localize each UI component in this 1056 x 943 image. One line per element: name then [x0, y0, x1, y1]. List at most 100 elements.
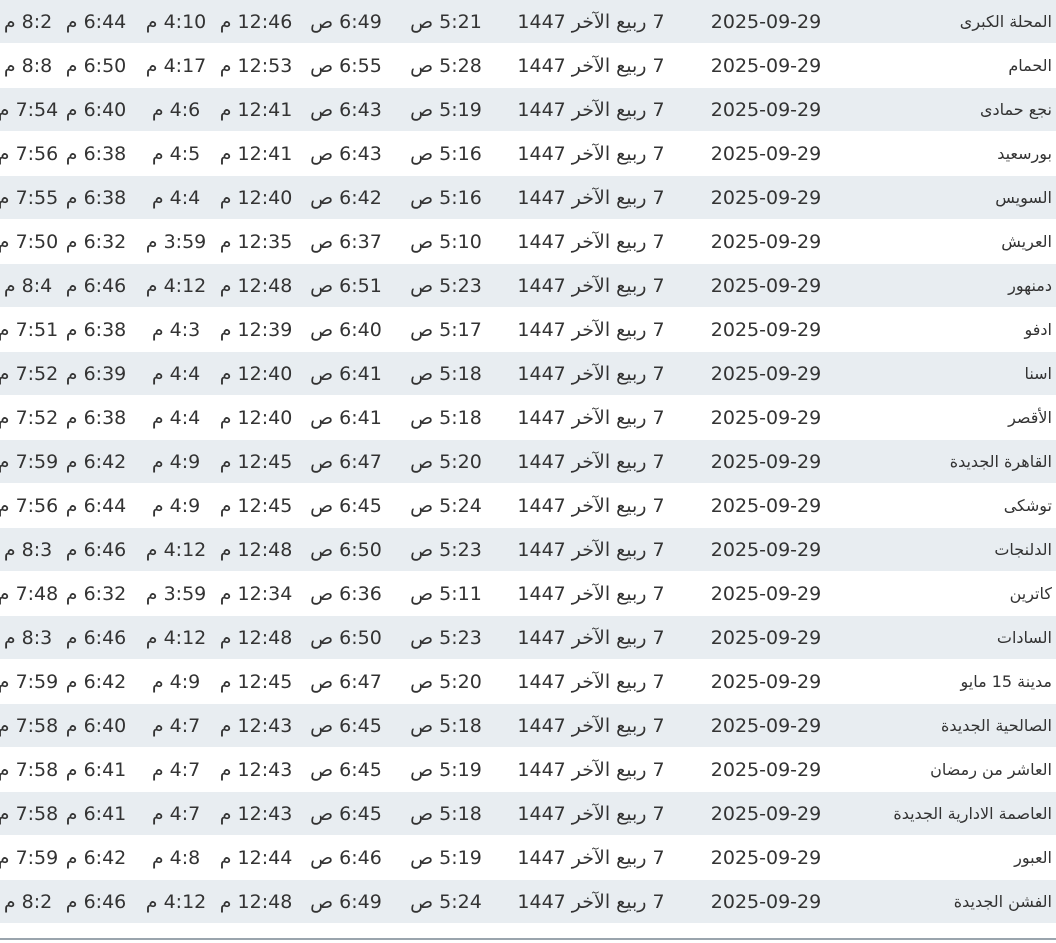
maghrib-time-cell: 6:50 م [65, 54, 127, 77]
hijri-date-cell: 7 ربيع الآخر 1447 [517, 318, 665, 341]
maghrib-time-cell: 6:41 م [65, 758, 127, 781]
isha-time-cell: 7:58 م [0, 758, 59, 781]
city-cell: العاشر من رمضان [930, 760, 1052, 779]
hijri-date-cell: 7 ربيع الآخر 1447 [517, 98, 665, 121]
isha-time-cell: 8:3 م [3, 626, 53, 649]
fajr-time-cell: 5:28 ص [410, 54, 482, 77]
hijri-date-cell: 7 ربيع الآخر 1447 [517, 582, 665, 605]
asr-time-cell: 4:4 م [151, 362, 201, 385]
fajr-time-cell: 5:19 ص [410, 846, 482, 869]
city-cell: القاهرة الجديدة [949, 452, 1052, 471]
table-row: العريش 2025-09-29 7 ربيع الآخر 1447 5:10 ص 6… [0, 220, 1056, 264]
gregorian-date-cell: 2025-09-29 [710, 494, 822, 517]
isha-time-cell: 8:3 م [3, 538, 53, 561]
gregorian-date-cell: 2025-09-29 [710, 670, 822, 693]
sunrise-time-cell: 6:47 ص [310, 670, 382, 693]
dhuhr-time-cell: 12:43 م [219, 802, 293, 825]
dhuhr-time-cell: 12:43 م [219, 758, 293, 781]
sunrise-time-cell: 6:47 ص [310, 450, 382, 473]
dhuhr-time-cell: 12:35 م [219, 230, 293, 253]
prayer-times-table: المحلة الكبرى 2025-09-29 7 ربيع الآخر 1447… [0, 0, 1056, 943]
isha-time-cell: 7:52 م [0, 406, 59, 429]
hijri-date-cell: 7 ربيع الآخر 1447 [517, 802, 665, 825]
city-cell: ادفو [1024, 320, 1052, 339]
table-row: مدينة 15 مايو 2025-09-29 7 ربيع الآخر 1447… [0, 660, 1056, 704]
city-cell: نجع حمادى [979, 100, 1052, 119]
gregorian-date-cell: 2025-09-29 [710, 714, 822, 737]
fajr-time-cell: 5:20 ص [410, 670, 482, 693]
sunrise-time-cell: 6:49 ص [310, 10, 382, 33]
sunrise-time-cell: 6:50 ص [310, 538, 382, 561]
asr-time-cell: 4:8 م [151, 846, 201, 869]
dhuhr-time-cell: 12:44 م [219, 846, 293, 869]
gregorian-date-cell: 2025-09-29 [710, 538, 822, 561]
table-row: الصالحية الجديدة 2025-09-29 7 ربيع الآخر 1… [0, 704, 1056, 748]
city-cell: الفشن الجديدة [953, 892, 1052, 911]
table-row: السويس 2025-09-29 7 ربيع الآخر 1447 5:16 ص 6… [0, 176, 1056, 220]
hijri-date-cell: 7 ربيع الآخر 1447 [517, 538, 665, 561]
table-row: السادات 2025-09-29 7 ربيع الآخر 1447 5:23 ص… [0, 616, 1056, 660]
fajr-time-cell: 5:17 ص [410, 318, 482, 341]
gregorian-date-cell: 2025-09-29 [710, 54, 822, 77]
maghrib-time-cell: 6:46 م [65, 626, 127, 649]
isha-time-cell: 7:56 م [0, 494, 59, 517]
fajr-time-cell: 5:10 ص [410, 230, 482, 253]
fajr-time-cell: 5:16 ص [410, 142, 482, 165]
table-row: العاصمة الادارية الجديدة 2025-09-29 7 ربيع… [0, 792, 1056, 836]
maghrib-time-cell: 6:42 م [65, 846, 127, 869]
gregorian-date-cell: 2025-09-29 [710, 142, 822, 165]
dhuhr-time-cell: 12:48 م [219, 626, 293, 649]
asr-time-cell: 4:12 م [145, 890, 207, 913]
hijri-date-cell: 7 ربيع الآخر 1447 [517, 714, 665, 737]
hijri-date-cell: 7 ربيع الآخر 1447 [517, 274, 665, 297]
dhuhr-time-cell: 12:48 م [219, 538, 293, 561]
maghrib-time-cell: 6:44 م [65, 494, 127, 517]
table-row: الحمام 2025-09-29 7 ربيع الآخر 1447 5:28 ص 6… [0, 44, 1056, 88]
maghrib-time-cell: 6:46 م [65, 538, 127, 561]
maghrib-time-cell: 6:44 م [65, 10, 127, 33]
sunrise-time-cell: 6:37 ص [310, 230, 382, 253]
gregorian-date-cell: 2025-09-29 [710, 582, 822, 605]
city-cell: العريش [1001, 232, 1052, 251]
city-cell: الأقصر [1008, 408, 1052, 427]
fajr-time-cell: 5:16 ص [410, 186, 482, 209]
isha-time-cell: 8:8 م [3, 54, 53, 77]
city-cell: الدلنجات [994, 540, 1052, 559]
sunrise-time-cell: 6:45 ص [310, 714, 382, 737]
maghrib-time-cell: 6:46 م [65, 890, 127, 913]
fajr-time-cell: 5:20 ص [410, 450, 482, 473]
gregorian-date-cell: 2025-09-29 [710, 318, 822, 341]
sunrise-time-cell: 6:49 ص [310, 890, 382, 913]
sunrise-time-cell: 6:36 ص [310, 582, 382, 605]
fajr-time-cell: 5:11 ص [410, 582, 482, 605]
asr-time-cell: 4:9 م [151, 670, 201, 693]
asr-time-cell: 3:59 م [145, 230, 207, 253]
isha-time-cell: 7:50 م [0, 230, 59, 253]
fajr-time-cell: 5:18 ص [410, 362, 482, 385]
isha-time-cell: 7:58 م [0, 802, 59, 825]
table-row: نجع حمادى 2025-09-29 7 ربيع الآخر 1447 5:19… [0, 88, 1056, 132]
isha-time-cell: 7:52 م [0, 362, 59, 385]
isha-time-cell: 7:55 م [0, 186, 59, 209]
maghrib-time-cell: 6:42 م [65, 450, 127, 473]
table-row: اسنا 2025-09-29 7 ربيع الآخر 1447 5:18 ص 6:4… [0, 352, 1056, 396]
gregorian-date-cell: 2025-09-29 [710, 406, 822, 429]
dhuhr-time-cell: 12:48 م [219, 890, 293, 913]
isha-time-cell: 7:59 م [0, 670, 59, 693]
hijri-date-cell: 7 ربيع الآخر 1447 [517, 142, 665, 165]
dhuhr-time-cell: 12:40 م [219, 362, 293, 385]
gregorian-date-cell: 2025-09-29 [710, 186, 822, 209]
gregorian-date-cell: 2025-09-29 [710, 98, 822, 121]
gregorian-date-cell: 2025-09-29 [710, 758, 822, 781]
maghrib-time-cell: 6:38 م [65, 318, 127, 341]
asr-time-cell: 4:6 م [151, 98, 201, 121]
sunrise-time-cell: 6:46 ص [310, 846, 382, 869]
hijri-date-cell: 7 ربيع الآخر 1447 [517, 846, 665, 869]
fajr-time-cell: 5:18 ص [410, 802, 482, 825]
maghrib-time-cell: 6:32 م [65, 230, 127, 253]
hijri-date-cell: 7 ربيع الآخر 1447 [517, 450, 665, 473]
fajr-time-cell: 5:23 ص [410, 626, 482, 649]
asr-time-cell: 4:10 م [145, 10, 207, 33]
sunrise-time-cell: 6:51 ص [310, 274, 382, 297]
maghrib-time-cell: 6:38 م [65, 142, 127, 165]
